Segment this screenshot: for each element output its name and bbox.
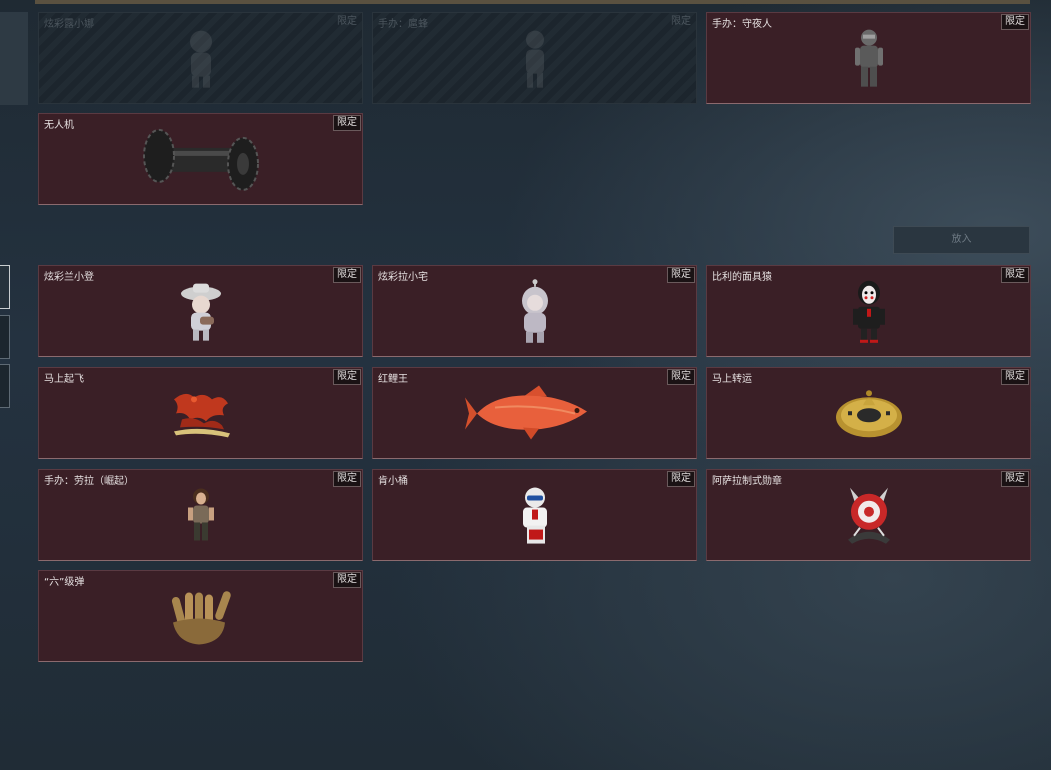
bullet-hand-icon [165, 587, 237, 651]
left-tab-2[interactable] [0, 315, 10, 359]
limited-tag: 限定 [333, 572, 361, 588]
limited-tag: 限定 [337, 16, 357, 27]
limited-tag: 限定 [333, 369, 361, 385]
slot-name: 手办：扈蜂 [378, 19, 428, 30]
slot-drone[interactable]: 无人机 限定 [38, 113, 363, 205]
drone-roller-icon [141, 126, 261, 198]
slot-item-2[interactable]: 炫彩拉小宅 限定 [372, 265, 697, 357]
slot-name: 无人机 [44, 120, 74, 131]
sombrero-figure-icon [178, 281, 224, 347]
slot-name: 红鲤王 [378, 374, 408, 385]
limited-tag: 限定 [667, 267, 695, 283]
red-carp-icon [464, 384, 605, 448]
limited-tag: 限定 [667, 369, 695, 385]
armored-figure-icon [852, 28, 886, 94]
flying-horse-icon [164, 385, 238, 445]
slot-item-6[interactable]: 马上转运 限定 [706, 367, 1031, 459]
limited-tag: 限定 [1001, 14, 1029, 30]
slot-item-3[interactable]: 比利的面具猿 限定 [706, 265, 1031, 357]
slot-name: 炫彩兰小登 [44, 272, 94, 283]
limited-tag: 限定 [667, 471, 695, 487]
slot-name: 炫彩拉小宅 [378, 272, 428, 283]
limited-tag: 限定 [333, 115, 361, 131]
limited-tag: 限定 [333, 471, 361, 487]
limited-tag: 限定 [333, 267, 361, 283]
slot-item-4[interactable]: 马上起飞 限定 [38, 367, 363, 459]
slot-name: 手办：守夜人 [712, 19, 772, 30]
slot-name: 手办：劳拉（崛起） [44, 476, 134, 487]
medal-icon [842, 484, 896, 552]
slot-nightwatch[interactable]: 手办：守夜人 限定 [706, 12, 1031, 104]
place-button[interactable]: 放入 [893, 226, 1030, 254]
left-tab-3[interactable] [0, 364, 10, 408]
gold-medallion-icon [834, 387, 904, 443]
slot-item-10[interactable]: “六”级弹 限定 [38, 570, 363, 662]
slot-name: “六”级弹 [44, 577, 85, 588]
left-panel-edge [0, 12, 28, 105]
slot-locked-1: 炫彩露小娜 限定 [38, 12, 363, 104]
slot-name: 炫彩露小娜 [44, 19, 94, 30]
slot-item-8[interactable]: 肯小桶 限定 [372, 469, 697, 561]
limited-tag: 限定 [1001, 267, 1029, 283]
slot-name: 马上转运 [712, 374, 752, 385]
slot-name: 肯小桶 [378, 476, 408, 487]
explorer-figure-icon [185, 486, 217, 548]
limited-tag: 限定 [1001, 471, 1029, 487]
figure-icon [181, 28, 221, 94]
colonel-figure-icon [515, 486, 555, 550]
slot-item-9[interactable]: 阿萨拉制式勋章 限定 [706, 469, 1031, 561]
top-border-strip [35, 0, 1030, 4]
slot-name: 阿萨拉制式勋章 [712, 476, 782, 487]
limited-tag: 限定 [671, 16, 691, 27]
limited-tag: 限定 [1001, 369, 1029, 385]
slot-name: 马上起飞 [44, 374, 84, 385]
figure-icon [517, 28, 553, 94]
left-tab-1[interactable] [0, 265, 10, 309]
slot-locked-2: 手办：扈蜂 限定 [372, 12, 697, 104]
slot-name: 比利的面具猿 [712, 272, 772, 283]
hooded-figure-icon [517, 279, 553, 349]
slot-item-7[interactable]: 手办：劳拉（崛起） 限定 [38, 469, 363, 561]
puppet-figure-icon [849, 279, 889, 349]
slot-item-1[interactable]: 炫彩兰小登 限定 [38, 265, 363, 357]
slot-item-5[interactable]: 红鲤王 限定 [372, 367, 697, 459]
